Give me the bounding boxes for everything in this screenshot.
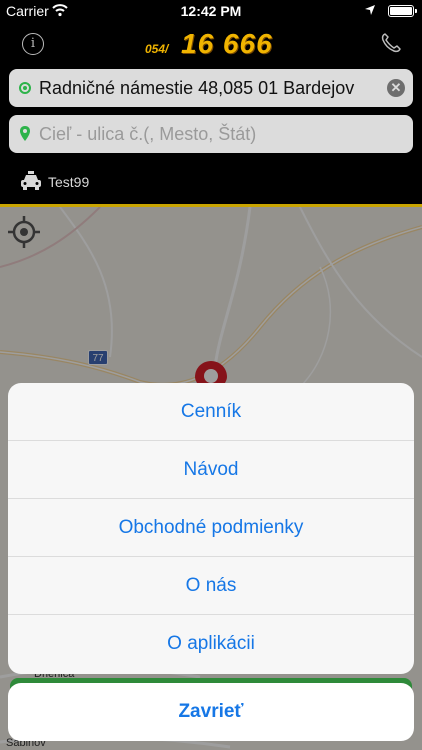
logo: 054/ 16 666 (145, 28, 285, 60)
info-icon[interactable]: i (22, 33, 44, 55)
app-header: i 054/ 16 666 (0, 22, 422, 66)
menu-item-pricing[interactable]: Cenník (8, 383, 414, 441)
phone-icon[interactable] (380, 32, 402, 54)
destination-placeholder: Cieľ - ulica č.(, Mesto, Štát) (39, 124, 257, 144)
close-button[interactable]: Zavrieť (8, 683, 414, 741)
menu-item-about[interactable]: O nás (8, 557, 414, 615)
status-bar: Carrier 12:42 PM (0, 0, 422, 22)
logo-number: 16 666 (181, 28, 273, 59)
action-sheet: Cenník Návod Obchodné podmienky O nás O … (8, 383, 414, 674)
status-time: 12:42 PM (180, 3, 242, 19)
pickup-address-value: Radničné námestie 48,085 01 Bardejov (39, 78, 355, 98)
taxi-icon (20, 171, 42, 191)
menu-item-guide[interactable]: Návod (8, 441, 414, 499)
pickup-marker-icon (19, 82, 31, 94)
logo-prefix: 054/ (145, 42, 169, 56)
car-selector[interactable]: Test99 (0, 160, 422, 204)
menu-item-about-app[interactable]: O aplikácii (8, 615, 414, 674)
destination-pin-icon (19, 125, 31, 143)
destination-field[interactable]: Cieľ - ulica č.(, Mesto, Štát) (9, 115, 413, 153)
clear-circle-icon[interactable]: ✕ (387, 79, 405, 97)
location-arrow-icon (364, 3, 376, 19)
menu-item-terms[interactable]: Obchodné podmienky (8, 499, 414, 557)
car-label: Test99 (48, 174, 90, 190)
battery-icon (388, 5, 417, 17)
pickup-address-field[interactable]: Radničné námestie 48,085 01 Bardejov ✕ (9, 69, 413, 107)
